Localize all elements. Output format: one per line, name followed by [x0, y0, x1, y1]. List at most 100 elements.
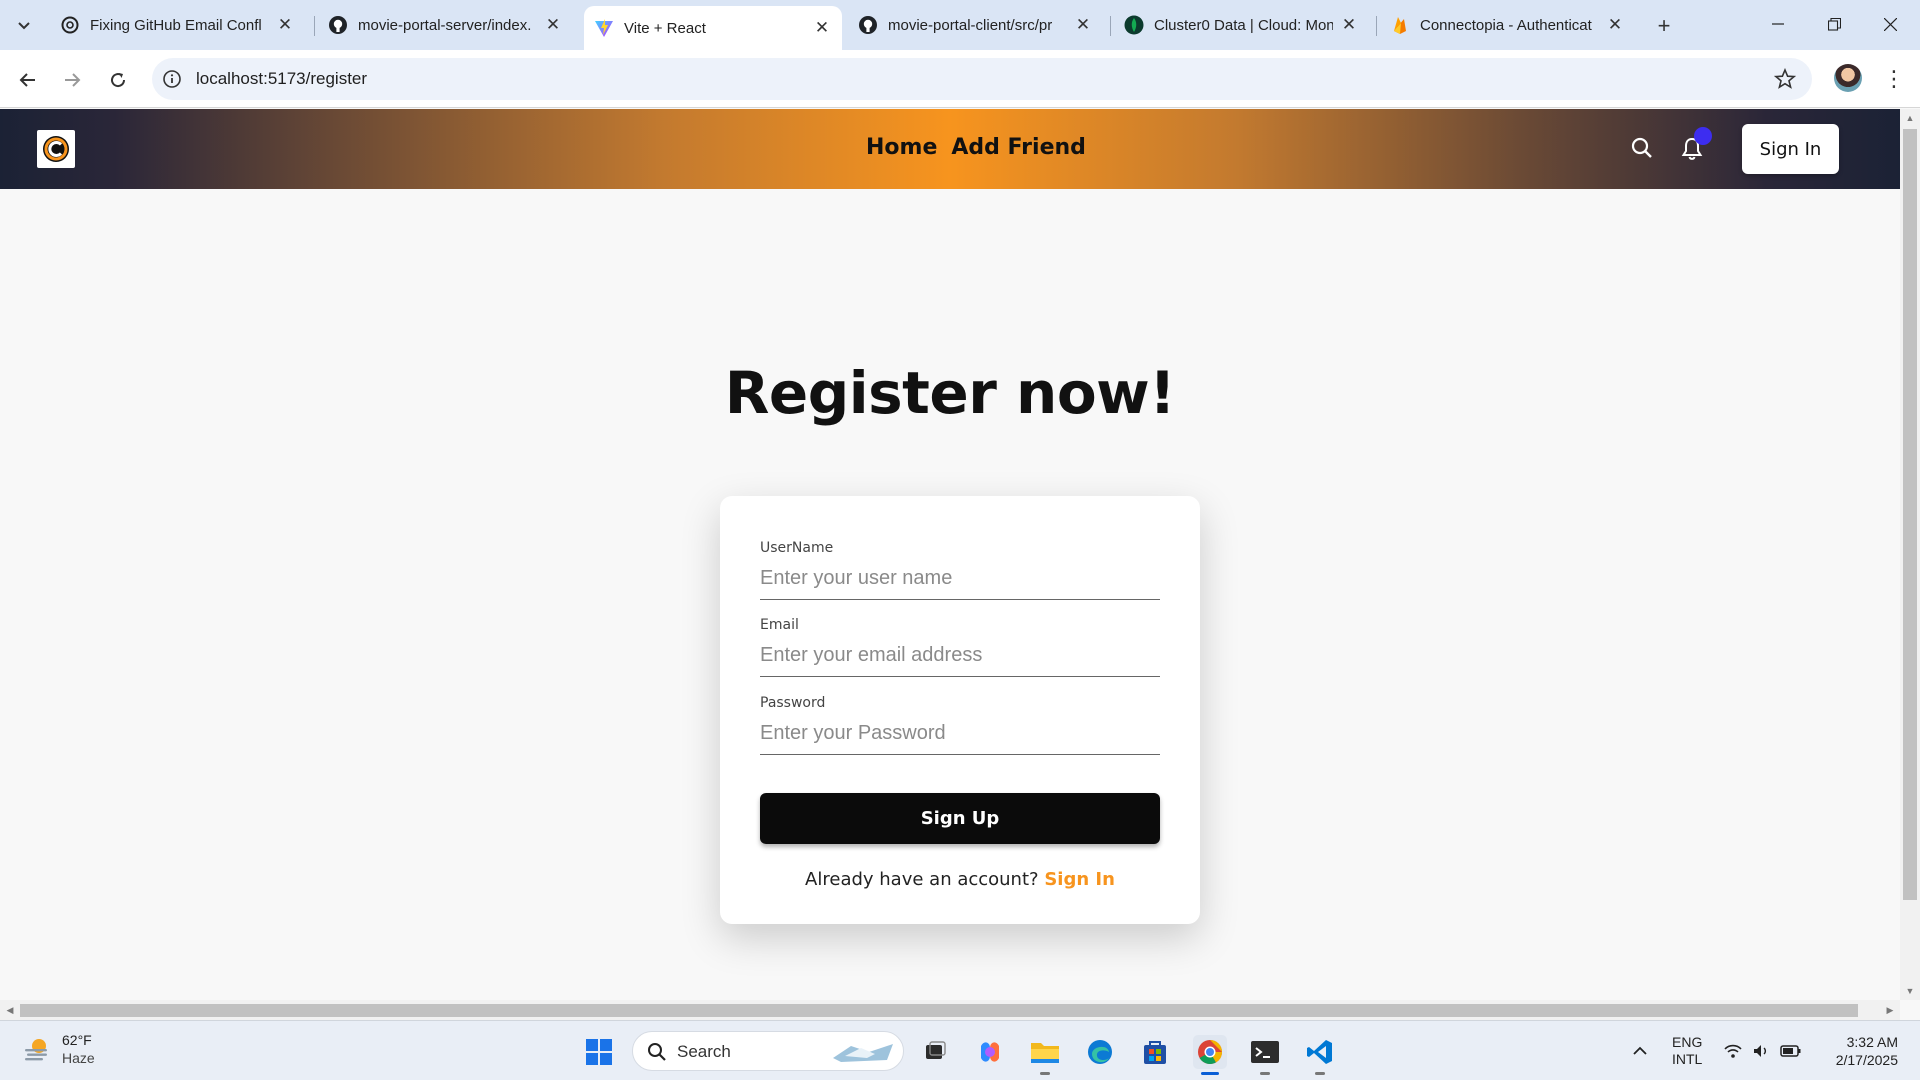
tab-title: Fixing GitHub Email Confl [90, 16, 262, 34]
terminal-button[interactable] [1248, 1035, 1282, 1069]
tab-title: Cluster0 Data | Cloud: Mon [1154, 16, 1333, 34]
vscode-button[interactable] [1303, 1035, 1337, 1069]
more-vertical-icon: ⋮ [1883, 66, 1905, 91]
weather-widget[interactable]: 62°F Haze [22, 1031, 95, 1067]
address-bar[interactable]: localhost:5173/register [152, 58, 1812, 100]
task-view-button[interactable] [918, 1035, 952, 1069]
browser-tab-active[interactable]: Vite + React ✕ [584, 6, 842, 50]
scroll-right-arrow-icon[interactable]: ▶ [1880, 1000, 1900, 1020]
notification-badge [1694, 127, 1712, 145]
connectopia-logo-icon [43, 136, 69, 162]
tab-divider [314, 16, 315, 36]
scroll-up-arrow-icon[interactable]: ▲ [1900, 109, 1920, 127]
browser-toolbar: localhost:5173/register ⋮ [0, 50, 1920, 108]
plus-icon: + [1657, 13, 1671, 38]
chrome-button[interactable] [1193, 1035, 1227, 1069]
browser-tab[interactable]: Fixing GitHub Email Confl ✕ [50, 6, 305, 44]
close-icon[interactable]: ✕ [275, 15, 295, 35]
nav-add-friend-link[interactable]: Add Friend [951, 135, 1086, 160]
close-icon[interactable]: ✕ [1339, 15, 1359, 35]
browser-tab[interactable]: movie-portal-server/index. ✕ [318, 6, 573, 44]
weather-temperature: 62°F [62, 1032, 92, 1048]
close-window-button[interactable] [1862, 0, 1918, 48]
nav-sign-in-button[interactable]: Sign In [1742, 124, 1839, 174]
sign-up-button[interactable]: Sign Up [760, 793, 1160, 844]
copilot-button[interactable] [973, 1035, 1007, 1069]
microsoft-store-icon [1144, 1041, 1166, 1064]
horizontal-scrollbar[interactable]: ◀ ▶ [0, 1000, 1900, 1020]
tab-divider [1376, 16, 1377, 36]
scroll-down-arrow-icon[interactable]: ▼ [1900, 982, 1920, 1000]
chrome-icon [1198, 1040, 1222, 1065]
password-label: Password [760, 695, 826, 711]
browser-tab[interactable]: movie-portal-client/src/pr ✕ [848, 6, 1103, 44]
site-info-icon[interactable] [162, 69, 182, 94]
tab-title: movie-portal-client/src/pr [888, 16, 1053, 34]
copilot-icon [981, 1042, 999, 1062]
file-explorer-button[interactable] [1028, 1035, 1062, 1069]
terminal-icon [1251, 1041, 1279, 1063]
site-logo[interactable] [37, 130, 75, 168]
start-button[interactable] [582, 1035, 616, 1069]
tab-title: Connectopia - Authenticat [1420, 16, 1592, 34]
store-button[interactable] [1138, 1035, 1172, 1069]
tab-divider [1110, 16, 1111, 36]
browser-tab[interactable]: Connectopia - Authenticat ✕ [1380, 6, 1635, 44]
email-input[interactable] [760, 635, 1160, 677]
profile-avatar[interactable] [1834, 64, 1862, 92]
forward-button[interactable] [56, 64, 88, 96]
page-title: Register now! [724, 359, 1176, 427]
vertical-scrollbar[interactable]: ▲ ▼ [1900, 109, 1920, 1000]
browser-menu-button[interactable]: ⋮ [1880, 64, 1908, 94]
mongodb-icon [1124, 15, 1144, 35]
nav-home-link[interactable]: Home [866, 135, 937, 160]
close-icon[interactable]: ✕ [812, 18, 832, 38]
vscode-icon [1307, 1040, 1332, 1064]
close-icon[interactable]: ✕ [1605, 15, 1625, 35]
register-form-card: UserName Email Password Sign Up Already … [720, 496, 1200, 924]
task-view-icon [926, 1041, 946, 1059]
restore-icon [1827, 17, 1841, 31]
firebase-icon [1390, 15, 1410, 35]
language-line2: INTL [1672, 1051, 1703, 1067]
battery-icon [1780, 1045, 1801, 1057]
volume-icon [1754, 1045, 1766, 1057]
system-tray-status[interactable] [1724, 1021, 1802, 1080]
taskbar-search-box[interactable]: Search [632, 1031, 904, 1071]
search-icon [648, 1043, 666, 1061]
sign-in-link[interactable]: Sign In [1044, 869, 1115, 890]
password-input[interactable] [760, 713, 1160, 755]
running-indicator-active [1201, 1072, 1219, 1075]
new-tab-button[interactable]: + [1650, 12, 1678, 40]
restore-button[interactable] [1806, 0, 1862, 48]
tab-title: Vite + React [624, 19, 706, 37]
have-account-text: Already have an account? [805, 869, 1039, 890]
search-icon[interactable] [1630, 136, 1654, 165]
primary-nav-links: Home Add Friend [866, 135, 1086, 160]
email-label: Email [760, 617, 799, 633]
wifi-icon [1724, 1044, 1742, 1058]
scroll-left-arrow-icon[interactable]: ◀ [0, 1000, 20, 1020]
clock[interactable]: 3:32 AM 2/17/2025 [1826, 1021, 1898, 1080]
back-button[interactable] [12, 64, 44, 96]
arrow-left-icon [19, 73, 35, 87]
tab-search-dropdown[interactable] [10, 12, 38, 40]
running-indicator [1315, 1072, 1325, 1075]
minimize-button[interactable] [1750, 0, 1806, 48]
username-label: UserName [760, 540, 834, 556]
edge-button[interactable] [1083, 1035, 1117, 1069]
scrollbar-thumb[interactable] [20, 1004, 1858, 1017]
weather-condition: Haze [62, 1050, 95, 1066]
close-icon[interactable]: ✕ [543, 15, 563, 35]
github-icon [858, 15, 878, 35]
bookmark-star-icon[interactable] [1773, 67, 1797, 95]
close-icon [1883, 17, 1897, 31]
username-input[interactable] [760, 558, 1160, 600]
close-icon[interactable]: ✕ [1073, 15, 1093, 35]
browser-tab[interactable]: Cluster0 Data | Cloud: Mon ✕ [1114, 6, 1369, 44]
language-indicator[interactable]: ENG INTL [1672, 1021, 1702, 1080]
signin-prompt: Already have an account? Sign In [720, 869, 1200, 890]
reload-button[interactable] [102, 64, 134, 96]
show-hidden-icons-button[interactable] [1632, 1021, 1648, 1080]
scrollbar-thumb[interactable] [1903, 129, 1917, 900]
